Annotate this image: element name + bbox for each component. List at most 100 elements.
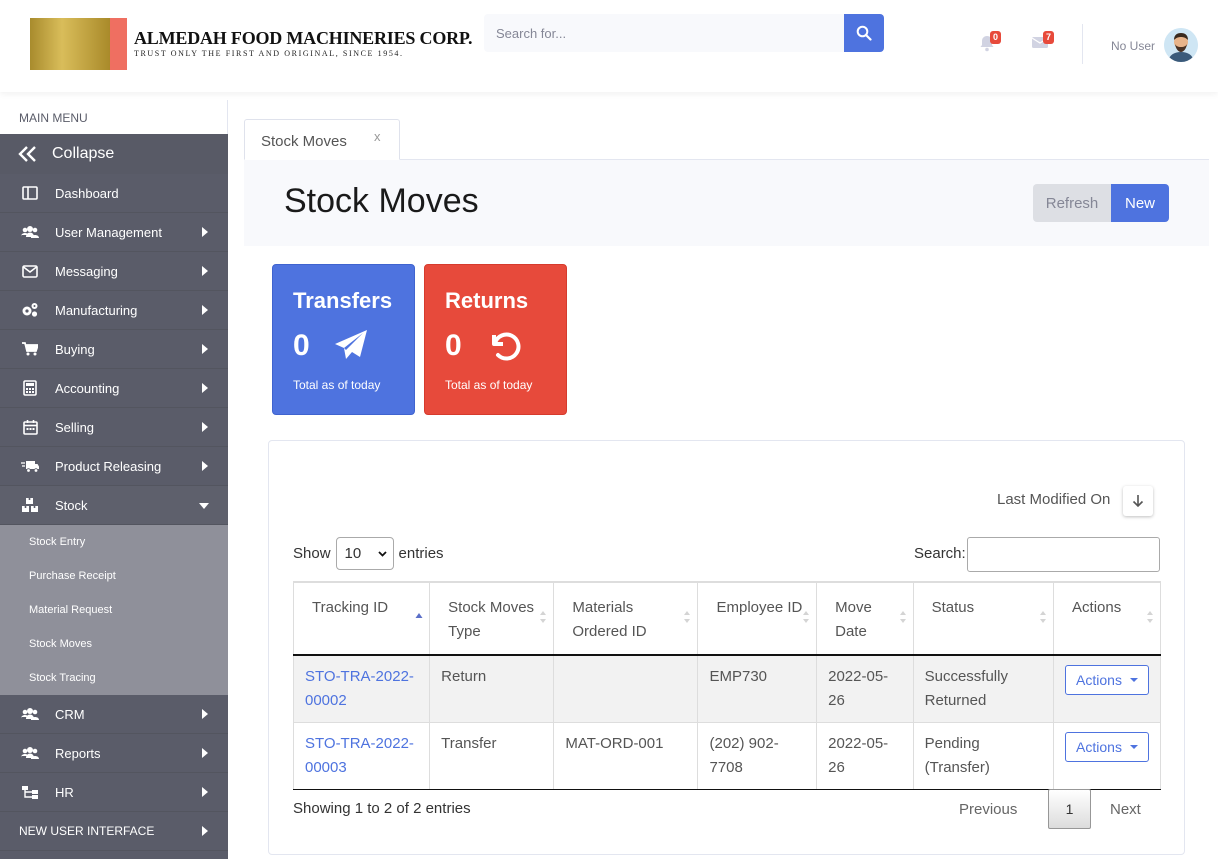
sidebar-item-stock[interactable]: Stock <box>0 486 228 525</box>
sitemap-icon <box>21 784 39 800</box>
cell-type: Return <box>429 654 555 723</box>
cell-tracking-id: STO-TRA-2022-00003 <box>292 722 431 790</box>
dashboard-icon <box>21 185 39 201</box>
logo-gold-block <box>30 18 110 70</box>
company-tagline: TRUST ONLY THE FIRST AND ORIGINAL, SINCE… <box>134 49 404 58</box>
sidebar: MAIN MENU Collapse Dashboard User Manage… <box>0 100 228 859</box>
tab-stock-moves[interactable]: Stock Moves x <box>244 119 400 160</box>
column-header-employee-id[interactable]: Employee ID <box>697 581 818 656</box>
sidebar-item-label: Buying <box>55 341 95 357</box>
chevron-right-icon <box>202 227 208 237</box>
chevron-right-icon <box>202 826 208 836</box>
alerts-count-badge: 0 <box>990 31 1002 44</box>
messages-count-badge: 7 <box>1043 31 1055 44</box>
users-cog-icon <box>21 224 39 240</box>
boxes-icon <box>21 497 39 513</box>
sidebar-item-product-releasing[interactable]: Product Releasing <box>0 447 228 486</box>
returns-card[interactable]: Returns 0 Total as of today <box>424 264 567 415</box>
sidebar-item-label: Selling <box>55 419 95 435</box>
column-header-move-date[interactable]: Move Date <box>816 581 914 656</box>
chevron-down-icon <box>199 503 209 509</box>
sidebar-item-crm[interactable]: CRM <box>0 695 228 734</box>
cell-actions: Actions <box>1053 654 1161 723</box>
actions-dropdown-button[interactable]: Actions <box>1065 665 1149 695</box>
column-header-stock-moves-type[interactable]: Stock Moves Type <box>429 581 555 656</box>
chevron-right-icon <box>202 748 208 758</box>
page-1-button[interactable]: 1 <box>1048 789 1091 829</box>
global-search <box>484 14 884 52</box>
truck-icon <box>21 458 39 474</box>
card-footer: Total as of today <box>445 378 533 392</box>
table-search-input[interactable] <box>967 537 1160 572</box>
sidebar-item-label: Messaging <box>55 263 118 279</box>
sidebar-item-accounting[interactable]: Accounting <box>0 369 228 408</box>
cart-icon <box>21 341 39 357</box>
cell-status: Successfully Returned <box>912 654 1055 723</box>
tracking-id-link[interactable]: STO-TRA-2022-00003 <box>305 735 414 776</box>
double-chevron-left-icon <box>18 146 36 162</box>
column-header-tracking-id[interactable]: Tracking ID <box>292 581 431 656</box>
sidebar-item-label: Product Releasing <box>55 458 162 474</box>
page-length-select[interactable]: 10 <box>335 537 394 570</box>
tab-close-button[interactable]: x <box>374 129 381 144</box>
sidebar-item-buying[interactable]: Buying <box>0 330 228 369</box>
page-header: Stock Moves Refresh New <box>244 160 1209 246</box>
cell-actions: Actions <box>1053 722 1161 790</box>
sidebar-item-label: Dashboard <box>55 185 119 201</box>
cell-materials-id: MAT-ORD-001 <box>553 722 699 790</box>
chevron-right-icon <box>202 344 208 354</box>
column-header-status[interactable]: Status <box>912 581 1055 656</box>
sidebar-item-selling[interactable]: Selling <box>0 408 228 447</box>
sidebar-item-label: Manufacturing <box>55 302 138 318</box>
search-icon <box>856 25 872 41</box>
collapse-label: Collapse <box>52 145 115 162</box>
tracking-id-link[interactable]: STO-TRA-2022-00002 <box>305 668 414 709</box>
actions-dropdown-button[interactable]: Actions <box>1065 732 1149 762</box>
new-button[interactable]: New <box>1111 184 1169 222</box>
submenu-item-stock-moves[interactable]: Stock Moves <box>0 627 228 661</box>
next-page-button[interactable]: Next <box>1110 801 1141 818</box>
sidebar-item-reports[interactable]: Reports <box>0 734 228 773</box>
entries-label: entries <box>398 545 444 562</box>
transfers-card[interactable]: Transfers 0 Total as of today <box>272 264 415 415</box>
sidebar-collapse-button[interactable]: Collapse <box>0 134 228 174</box>
sidebar-item-label: Accounting <box>55 380 120 396</box>
submenu-item-stock-tracing[interactable]: Stock Tracing <box>0 661 228 695</box>
submenu-item-stock-entry[interactable]: Stock Entry <box>0 525 228 559</box>
refresh-button[interactable]: Refresh <box>1033 184 1111 222</box>
tab-bar: Stock Moves x <box>244 119 1209 160</box>
avatar[interactable] <box>1164 28 1198 62</box>
sort-direction-button[interactable] <box>1123 486 1153 516</box>
users-icon <box>21 745 39 761</box>
sort-asc-icon <box>415 613 423 618</box>
previous-page-button[interactable]: Previous <box>959 801 1017 818</box>
sidebar-item-new-user-interface[interactable]: NEW USER INTERFACE <box>0 812 228 851</box>
chevron-right-icon <box>202 266 208 276</box>
stock-submenu: Stock Entry Purchase Receipt Material Re… <box>0 525 228 695</box>
submenu-item-material-request[interactable]: Material Request <box>0 593 228 627</box>
sort-both-icon <box>1040 611 1047 623</box>
sidebar-item-manufacturing[interactable]: Manufacturing <box>0 291 228 330</box>
company-logo[interactable]: ALMEDAH FOOD MACHINERIES CORP. TRUST ONL… <box>30 18 480 70</box>
calculator-icon <box>21 380 39 396</box>
card-footer: Total as of today <box>293 378 381 392</box>
sort-both-icon <box>803 611 810 623</box>
column-header-materials-ordered-id[interactable]: Materials Ordered ID <box>553 581 699 656</box>
column-header-actions[interactable]: Actions <box>1053 581 1161 656</box>
sort-both-icon <box>899 611 906 623</box>
cell-move-date: 2022-05-26 <box>816 654 914 723</box>
stock-moves-panel: Last Modified On Show 10 entries Search:… <box>268 440 1185 855</box>
sidebar-item-user-management[interactable]: User Management <box>0 213 228 252</box>
chevron-right-icon <box>202 461 208 471</box>
user-name[interactable]: No User <box>1111 39 1155 53</box>
submenu-item-purchase-receipt[interactable]: Purchase Receipt <box>0 559 228 593</box>
messages-button[interactable]: 7 <box>1031 31 1055 54</box>
sidebar-item-hr[interactable]: HR <box>0 773 228 812</box>
search-button[interactable] <box>844 14 884 52</box>
global-search-input[interactable] <box>484 14 844 52</box>
alerts-button[interactable]: 0 <box>978 31 1002 54</box>
sidebar-item-dashboard[interactable]: Dashboard <box>0 174 228 213</box>
sidebar-item-messaging[interactable]: Messaging <box>0 252 228 291</box>
chevron-right-icon <box>202 787 208 797</box>
page-length-value: 10 <box>344 545 362 562</box>
